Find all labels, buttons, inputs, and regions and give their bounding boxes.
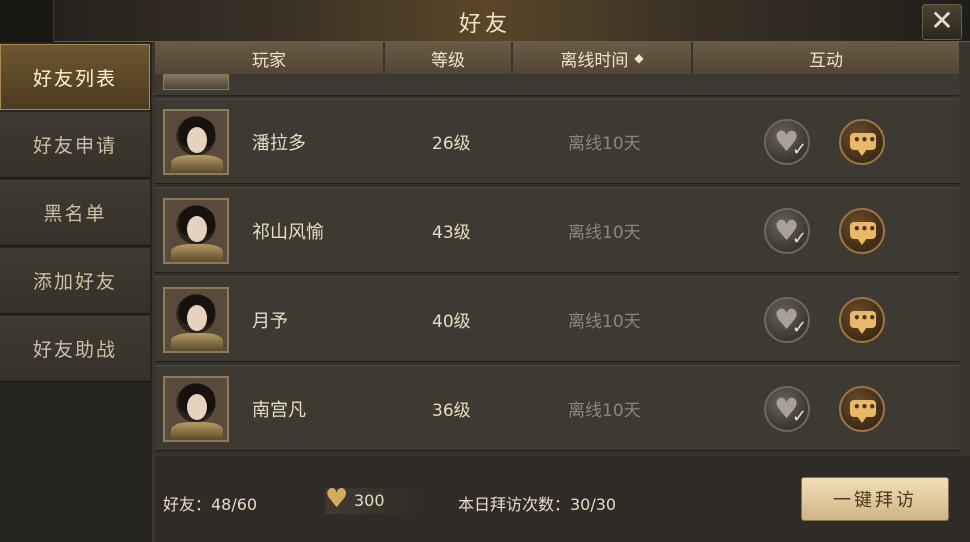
table-row[interactable]: 祁山风愉 43级 离线10天 ♥ ✓ ••• bbox=[155, 187, 959, 273]
offline-status: 离线10天 bbox=[568, 134, 641, 154]
close-icon: ✕ bbox=[930, 4, 954, 37]
tab-friend-list[interactable]: 好友列表 bbox=[0, 44, 150, 110]
chat-button[interactable]: ••• bbox=[839, 119, 885, 165]
friends-window: 好友 ✕ 好友列表 好友申请 黑名单 添加好友 好友助战 玩家 等级 离线时间 … bbox=[0, 0, 970, 542]
offline-status: 离线10天 bbox=[568, 312, 641, 332]
tab-friend-assist[interactable]: 好友助战 bbox=[0, 316, 150, 382]
heart-icon: ♥ bbox=[325, 484, 349, 514]
close-button[interactable]: ✕ bbox=[922, 4, 962, 40]
player-level: 40级 bbox=[432, 312, 471, 332]
table-header: 玩家 等级 离线时间 ◆ 互动 bbox=[155, 42, 959, 74]
table-row[interactable]: 月予 40级 离线10天 ♥ ✓ ••• bbox=[155, 276, 959, 362]
send-heart-button[interactable]: ♥ ✓ bbox=[764, 208, 810, 254]
avatar bbox=[163, 74, 229, 90]
header-player: 玩家 bbox=[155, 42, 385, 74]
player-name: 潘拉多 bbox=[252, 133, 306, 154]
avatar bbox=[163, 287, 229, 353]
header-level-label: 等级 bbox=[431, 50, 465, 71]
check-icon: ✓ bbox=[792, 317, 808, 338]
list-item-partial bbox=[155, 74, 959, 96]
check-icon: ✓ bbox=[792, 406, 808, 427]
table-row[interactable]: 南宫凡 36级 离线10天 ♥ ✓ ••• bbox=[155, 365, 959, 451]
player-level: 26级 bbox=[432, 134, 471, 154]
friend-list-panel[interactable]: 玩家 等级 离线时间 ◆ 互动 潘拉多 26级 离线10天 ♥ ✓ ••• 祁山… bbox=[155, 42, 959, 454]
send-heart-button[interactable]: ♥ ✓ bbox=[764, 386, 810, 432]
send-heart-button[interactable]: ♥ ✓ bbox=[764, 297, 810, 343]
table-row[interactable]: 潘拉多 26级 离线10天 ♥ ✓ ••• bbox=[155, 98, 959, 184]
offline-status: 离线10天 bbox=[568, 401, 641, 421]
footer-bar: 好友：48/60 ♥ 300 本日拜访次数：30/30 一键拜访 bbox=[155, 456, 970, 542]
tab-label: 好友申请 bbox=[32, 135, 117, 157]
chat-button[interactable]: ••• bbox=[839, 386, 885, 432]
player-level: 36级 bbox=[432, 401, 471, 421]
tab-add-friend[interactable]: 添加好友 bbox=[0, 248, 150, 314]
header-interact-label: 互动 bbox=[809, 50, 843, 71]
sort-icon: ◆ bbox=[634, 51, 644, 65]
player-level: 43级 bbox=[432, 223, 471, 243]
friend-count: 好友：48/60 bbox=[163, 495, 258, 514]
send-heart-button[interactable]: ♥ ✓ bbox=[764, 119, 810, 165]
avatar bbox=[163, 109, 229, 175]
tab-label: 好友助战 bbox=[32, 339, 117, 361]
header-player-label: 玩家 bbox=[252, 50, 286, 71]
player-name: 月予 bbox=[252, 311, 288, 332]
chat-button[interactable]: ••• bbox=[839, 297, 885, 343]
tab-friend-requests[interactable]: 好友申请 bbox=[0, 112, 150, 178]
header-interact: 互动 bbox=[693, 42, 959, 74]
offline-status: 离线10天 bbox=[568, 223, 641, 243]
check-icon: ✓ bbox=[792, 228, 808, 249]
avatar bbox=[163, 376, 229, 442]
heart-count: 300 bbox=[354, 491, 385, 510]
window-title: 好友 bbox=[458, 12, 511, 37]
tab-blacklist[interactable]: 黑名单 bbox=[0, 180, 150, 246]
title-bar: 好友 ✕ bbox=[0, 0, 970, 42]
header-offline-time[interactable]: 离线时间 ◆ bbox=[513, 42, 693, 74]
header-offline-label: 离线时间 bbox=[560, 50, 629, 71]
tab-label: 黑名单 bbox=[43, 203, 107, 225]
avatar bbox=[163, 198, 229, 264]
tab-label: 添加好友 bbox=[32, 271, 117, 293]
player-name: 南宫凡 bbox=[252, 400, 306, 421]
tab-label: 好友列表 bbox=[32, 67, 117, 90]
sidebar: 好友列表 好友申请 黑名单 添加好友 好友助战 bbox=[0, 42, 152, 542]
visit-all-button[interactable]: 一键拜访 bbox=[801, 477, 949, 521]
player-name: 祁山风愉 bbox=[252, 222, 324, 243]
check-icon: ✓ bbox=[792, 139, 808, 160]
daily-visit-count: 本日拜访次数：30/30 bbox=[458, 495, 617, 514]
header-level: 等级 bbox=[385, 42, 513, 74]
chat-button[interactable]: ••• bbox=[839, 208, 885, 254]
